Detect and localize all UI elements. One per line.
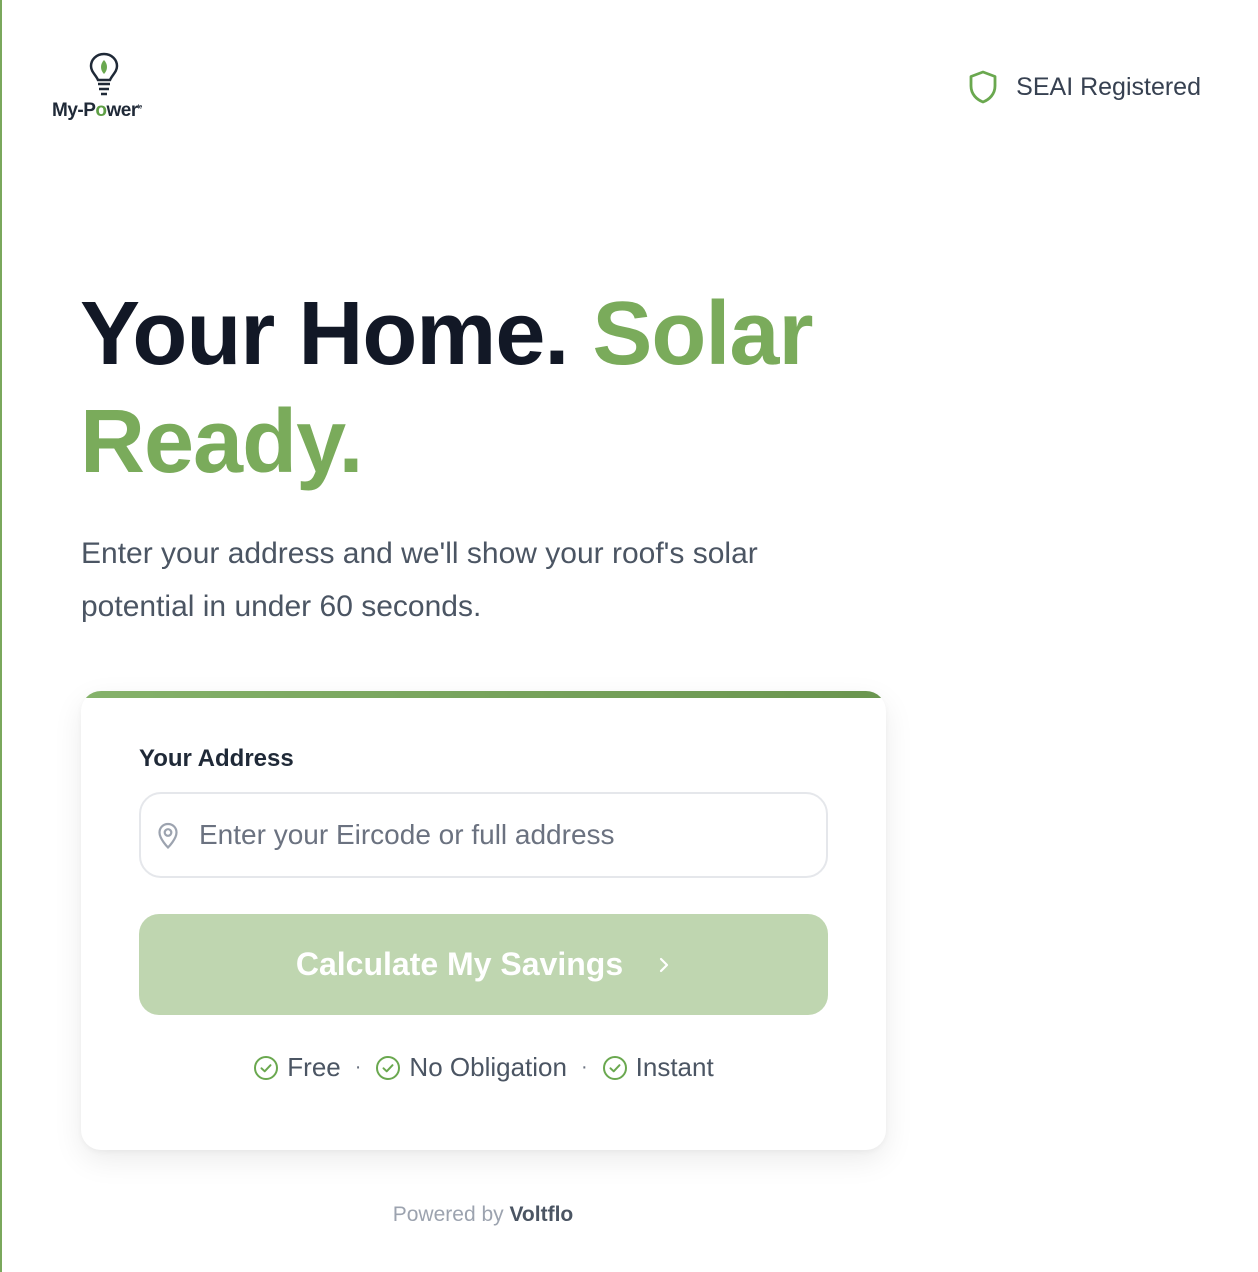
powered-by-footer: Powered by Voltflo	[0, 1203, 966, 1227]
voltflo-link[interactable]: Voltflo	[509, 1203, 573, 1226]
address-label: Your Address	[139, 745, 294, 772]
benefit-instant: Instant	[602, 1052, 714, 1083]
address-input-wrapper[interactable]	[139, 792, 828, 878]
logo-wordmark: My-Powerie	[52, 100, 142, 121]
benefit-separator: ·	[580, 1056, 588, 1078]
left-accent-edge	[0, 0, 2, 1272]
benefit-separator: ·	[354, 1056, 362, 1078]
map-pin-icon	[158, 822, 178, 850]
benefit-label: Instant	[635, 1052, 714, 1082]
brand-logo[interactable]: My-Powerie	[52, 52, 156, 124]
hero-title: Your Home. Solar Ready.	[80, 280, 900, 496]
benefit-free: Free	[253, 1052, 341, 1083]
benefit-label: No Obligation	[409, 1052, 567, 1082]
address-form-card: Your Address Calculate My Savings Free ·	[81, 691, 886, 1150]
check-circle-icon	[602, 1055, 627, 1080]
powered-by-prefix: Powered by	[392, 1203, 504, 1226]
seai-registered-badge: SEAI Registered	[968, 70, 1201, 104]
hero-title-part1: Your Home.	[80, 284, 569, 384]
benefit-label: Free	[287, 1052, 341, 1082]
benefit-no-obligation: No Obligation	[375, 1052, 567, 1083]
address-input[interactable]	[141, 794, 826, 876]
check-circle-icon	[376, 1055, 401, 1080]
chevron-right-icon	[660, 957, 669, 972]
lightbulb-leaf-icon	[89, 52, 119, 96]
check-circle-icon	[254, 1055, 279, 1080]
calculate-savings-label: Calculate My Savings	[295, 946, 624, 982]
seai-badge-label: SEAI Registered	[1016, 72, 1201, 101]
benefits-row: Free · No Obligation · Instant	[81, 1052, 886, 1083]
hero-subtitle: Enter your address and we'll show your r…	[81, 537, 758, 623]
calculate-savings-button[interactable]: Calculate My Savings	[139, 914, 828, 1015]
shield-icon	[969, 70, 997, 104]
card-accent-bar	[81, 691, 886, 698]
